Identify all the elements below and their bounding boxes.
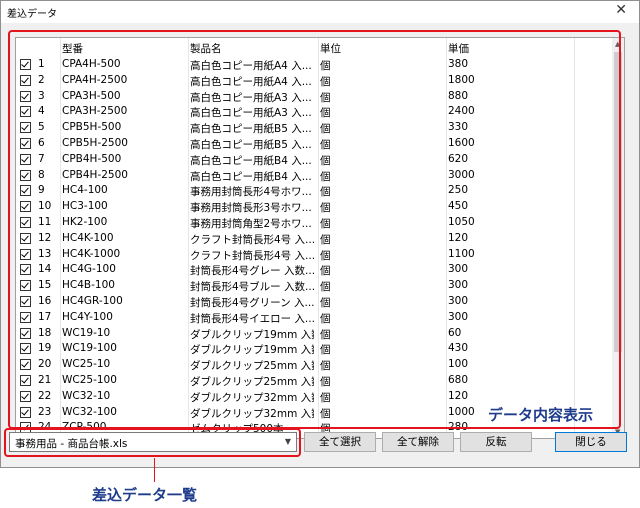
- dropdown-annotation-label: 差込データ一覧: [92, 486, 198, 504]
- window-title: 差込データ: [7, 9, 57, 20]
- close-icon[interactable]: ✕: [615, 2, 627, 18]
- close-button[interactable]: 閉じる: [555, 432, 627, 452]
- dropdown-highlight-frame: [4, 428, 301, 457]
- invert-button[interactable]: 反転: [460, 432, 532, 452]
- list-annotation-label: データ内容表示: [488, 406, 594, 424]
- clear-all-button[interactable]: 全て解除: [382, 432, 454, 452]
- title-bar: 差込データ ✕: [1, 1, 639, 23]
- annotation-connector: [154, 458, 155, 482]
- list-highlight-frame: [8, 30, 621, 429]
- select-all-button[interactable]: 全て選択: [304, 432, 376, 452]
